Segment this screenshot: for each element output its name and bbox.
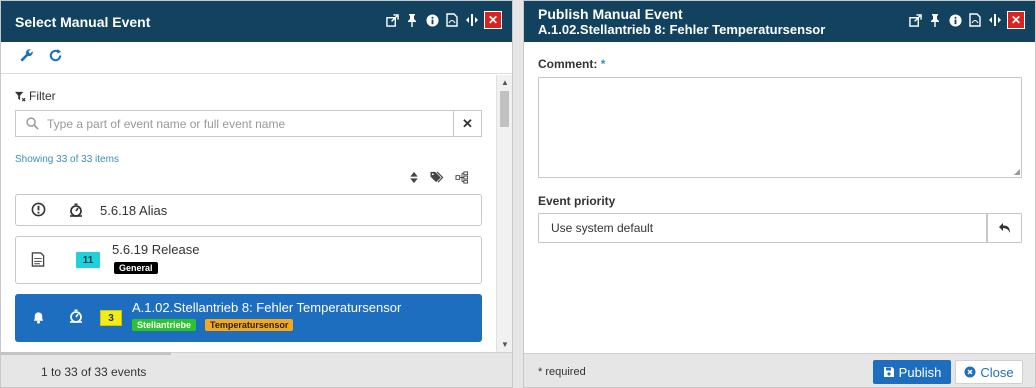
timer-icon [68,202,84,223]
event-name: A.1.02.Stellantrieb 8: Fehler Temperatur… [132,300,402,315]
close-icon[interactable]: ✕ [484,11,502,29]
tag-badge: Temperatursensor [205,319,294,331]
bell-icon [31,309,46,330]
event-list-area: Filter Type a part of event name or full… [1,75,497,352]
showing-count: Showing 33 of 33 items [15,154,119,165]
scroll-down-icon[interactable]: ▼ [501,340,509,349]
comment-label-text: Comment: [538,57,598,71]
filter-label-text: Filter [29,89,56,103]
list-item[interactable]: 5.6.18 Alias [15,194,482,226]
hierarchy-icon[interactable] [455,171,469,189]
document-icon [31,252,45,272]
horizontal-scrollbar[interactable] [1,352,171,355]
sort-icon[interactable] [409,171,419,189]
list-scrollbar[interactable]: ▲ ▼ [496,75,512,352]
close-circle-icon [964,366,976,378]
count-badge: 3 [100,310,122,326]
select-event-panel: Select Manual Event ✕ Filter Type a part… [0,0,513,388]
resize-icon[interactable] [987,11,1003,29]
search-placeholder: Type a part of event name or full event … [47,116,286,131]
pin-icon[interactable] [404,11,420,29]
search-icon [26,117,39,130]
publish-event-panel: Publish Manual Event A.1.02.Stellantrieb… [523,0,1036,388]
pdf-icon[interactable] [967,11,983,29]
popout-icon[interactable] [384,11,400,29]
search-input[interactable]: Type a part of event name or full event … [15,110,453,137]
close-label: Close [980,364,1014,380]
pdf-icon[interactable] [444,11,460,29]
resize-grip-icon[interactable]: ◢ [1014,167,1020,176]
save-icon [883,367,894,377]
close-icon[interactable]: ✕ [1007,11,1025,29]
scroll-up-icon[interactable]: ▲ [501,78,509,87]
event-name: 5.6.19 Release [112,242,200,257]
event-count: 1 to 33 of 33 events [41,365,147,379]
pin-icon[interactable] [927,11,943,29]
info-icon[interactable] [424,11,440,29]
clear-search-button[interactable]: ✕ [453,110,482,137]
right-panel-title: Publish Manual Event A.1.02.Stellantrieb… [538,6,825,38]
publish-button[interactable]: Publish [873,360,951,384]
comment-textarea[interactable]: ◢ [538,77,1022,178]
left-footer: 1 to 33 of 33 events [1,352,512,387]
filter-icon [15,91,26,102]
filter-label[interactable]: Filter [15,89,56,103]
left-panel-title: Select Manual Event [15,14,151,30]
close-button[interactable]: Close [955,360,1023,384]
timer-icon [68,308,84,329]
reset-priority-button[interactable] [987,213,1022,243]
comment-label: Comment: * [538,57,605,71]
event-name: 5.6.18 Alias [100,203,168,218]
popout-icon[interactable] [907,11,923,29]
right-titlebar: Publish Manual Event A.1.02.Stellantrieb… [524,1,1035,42]
right-footer: * required Publish Close [524,353,1035,387]
scroll-thumb[interactable] [500,91,509,127]
info-icon[interactable] [947,11,963,29]
required-marker: * [600,57,606,71]
list-item[interactable]: 11 5.6.19 Release General [15,236,482,284]
list-item-selected[interactable]: 3 A.1.02.Stellantrieb 8: Fehler Temperat… [15,294,482,342]
undo-icon [998,223,1010,233]
refresh-icon[interactable] [48,48,63,68]
publish-label: Publish [898,364,942,380]
publish-title: Publish Manual Event [538,6,683,22]
alert-icon [31,202,46,222]
tags-icon[interactable] [429,171,445,189]
tag-badge: General [114,262,158,274]
tag-badge: Stellantriebe [132,319,197,331]
resize-icon[interactable] [464,11,480,29]
left-titlebar: Select Manual Event ✕ [1,1,512,42]
left-toolbar [1,42,512,74]
event-subtitle: A.1.02.Stellantrieb 8: Fehler Temperatur… [538,22,826,37]
required-note: * required [538,366,586,378]
wrench-icon[interactable] [19,48,34,68]
count-badge: 11 [76,252,100,268]
priority-select[interactable]: Use system default [538,213,987,243]
priority-label: Event priority [538,194,616,208]
